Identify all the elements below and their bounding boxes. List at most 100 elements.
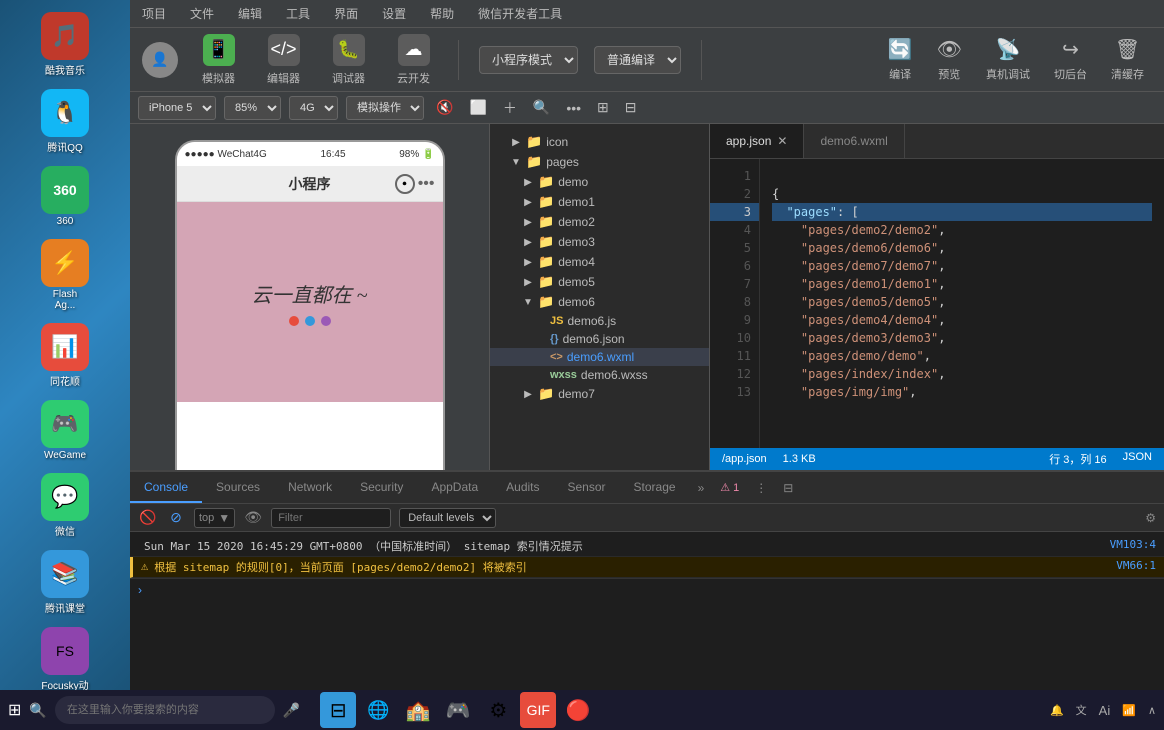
menu-interface[interactable]: 界面 (330, 3, 362, 24)
console-eye-btn[interactable]: 👁 (243, 508, 263, 528)
screen-btn[interactable]: ⬜ (465, 97, 490, 118)
tree-demo6-js[interactable]: JS demo6.js (490, 312, 709, 330)
mic-icon[interactable]: 🎤 (283, 702, 300, 719)
tree-demo5-folder[interactable]: ▶ 📁 demo5 (490, 272, 709, 292)
phone-battery: 98% 🔋 (399, 149, 434, 160)
taskbar-changsha[interactable]: 🏫 (400, 692, 436, 728)
desktop-icon-qq[interactable]: 🐧 腾讯QQ (35, 85, 95, 158)
phone-white-area (177, 402, 443, 470)
dot-purple (321, 316, 331, 326)
taskbar-language-icon[interactable]: 文 (1076, 702, 1087, 718)
desktop-icon-kuwo[interactable]: 🎵 酷我音乐 (35, 8, 95, 81)
taskbar-miniprogram[interactable]: ⚙ (480, 692, 516, 728)
sub-toolbar: iPhone 5 85% 4G 模拟操作 🔇 ⬜ ＋ 🔍 ••• ⊞ ⊟ (130, 92, 1164, 124)
cloud-button[interactable]: ☁ 云开发 (389, 30, 438, 90)
tree-demo7-folder[interactable]: ▶ 📁 demo7 (490, 384, 709, 404)
tab-security[interactable]: Security (346, 472, 417, 503)
desktop-icon-tonghuashun[interactable]: 📊 同花顺 (35, 319, 95, 392)
line-13: 13 (710, 383, 759, 401)
top-context-select[interactable]: top ▼ (194, 508, 235, 528)
taskbar-network-icon[interactable]: 📶 (1122, 704, 1136, 717)
taskbar-chrome[interactable]: 🌐 (360, 692, 396, 728)
tree-pages-folder[interactable]: ▼ 📁 pages (490, 152, 709, 172)
console-clear-btn[interactable]: 🚫 (138, 508, 158, 528)
msg-source-1[interactable]: VM103:4 (1110, 538, 1156, 551)
taskbar-up-arrow[interactable]: ∧ (1148, 704, 1156, 717)
tree-demo1-folder[interactable]: ▶ 📁 demo1 (490, 192, 709, 212)
taskbar-wegame[interactable]: 🎮 (440, 692, 476, 728)
zoom-select[interactable]: 85% (224, 96, 281, 120)
tab-sensor[interactable]: Sensor (554, 472, 620, 503)
msg-source-2[interactable]: VM66:1 (1116, 559, 1156, 572)
desktop-icon-360[interactable]: 360 360 (35, 162, 95, 231)
taskbar-lol[interactable]: 🔴 (560, 692, 596, 728)
menu-help[interactable]: 帮助 (426, 3, 458, 24)
tab-audits[interactable]: Audits (492, 472, 553, 503)
tree-demo6-folder[interactable]: ▼ 📁 demo6 (490, 292, 709, 312)
tab-console[interactable]: Console (130, 472, 202, 503)
desktop-icon-wechat[interactable]: 💬 微信 (35, 469, 95, 542)
console-level-select[interactable]: Default levels (399, 508, 496, 528)
tab-network[interactable]: Network (274, 472, 346, 503)
start-icon[interactable]: ⊞ (8, 700, 21, 720)
desktop-icon-flash[interactable]: ⚡ Flash Ag... (35, 235, 95, 315)
tree-demo6-wxml[interactable]: <> demo6.wxml (490, 348, 709, 366)
close-app-json-icon[interactable]: ✕ (777, 134, 787, 148)
grid-btn[interactable]: ⊞ (593, 97, 613, 118)
compile-button[interactable]: 🔄 编译 (880, 33, 921, 86)
menu-file[interactable]: 文件 (186, 3, 218, 24)
more-btn[interactable]: ••• (562, 98, 585, 118)
menu-edit[interactable]: 编辑 (234, 3, 266, 24)
simulator-button[interactable]: 📱 模拟器 (194, 30, 243, 90)
tree-icon-folder[interactable]: ▶ 📁 icon (490, 132, 709, 152)
compile-select[interactable]: 普通编译 (594, 46, 681, 74)
compile-icon: 🔄 (888, 37, 913, 62)
mode-select[interactable]: 小程序模式 (479, 46, 578, 74)
phone-record-btn[interactable]: ⏺ (395, 174, 415, 194)
console-filter-input[interactable] (271, 508, 391, 528)
backend-icon: ↪ (1062, 37, 1079, 62)
tree-demo2-folder[interactable]: ▶ 📁 demo2 (490, 212, 709, 232)
device-select[interactable]: iPhone 5 (138, 96, 216, 120)
tree-demo4-folder[interactable]: ▶ 📁 demo4 (490, 252, 709, 272)
desktop: 🎵 酷我音乐 🐧 腾讯QQ 360 360 ⚡ Flash Ag... 📊 同花… (0, 0, 130, 700)
menu-wechat-devtools[interactable]: 微信开发者工具 (474, 3, 566, 24)
tree-demo-folder[interactable]: ▶ 📁 demo (490, 172, 709, 192)
menu-tool[interactable]: 工具 (282, 3, 314, 24)
phone-more-btn[interactable]: ••• (418, 175, 435, 193)
menu-settings[interactable]: 设置 (378, 3, 410, 24)
sim-ops-select[interactable]: 模拟操作 (346, 96, 424, 120)
user-avatar[interactable]: 👤 (142, 42, 178, 78)
add-btn[interactable]: ＋ (499, 96, 521, 120)
tab-app-json[interactable]: app.json ✕ (710, 124, 804, 158)
tab-appdata[interactable]: AppData (417, 472, 492, 503)
preview-button[interactable]: 👁 预览 (929, 33, 970, 86)
search-btn[interactable]: 🔍 (529, 97, 554, 118)
code-content[interactable]: { "pages": [ "pages/demo2/demo2", "pages… (760, 159, 1164, 448)
taskbar-gifcam[interactable]: GIF (520, 692, 556, 728)
layout-btn[interactable]: ⊟ (621, 97, 641, 118)
taskbar-notification-icon[interactable]: 🔔 (1050, 704, 1064, 717)
editor-button[interactable]: </> 编辑器 (259, 30, 308, 90)
desktop-icon-tencent-class[interactable]: 📚 腾讯课堂 (35, 546, 95, 619)
clear-button[interactable]: 🗑 清缓存 (1103, 33, 1152, 86)
speaker-btn[interactable]: 🔇 (432, 97, 457, 118)
tab-sources[interactable]: Sources (202, 472, 274, 503)
debug-button[interactable]: 🐛 调试器 (324, 30, 373, 90)
desktop-icon-wegame[interactable]: 🎮 WeGame (35, 396, 95, 465)
network-select[interactable]: 4G (289, 96, 338, 120)
settings-icon[interactable]: ⚙ (1145, 511, 1156, 525)
tree-demo6-wxss[interactable]: wxss demo6.wxss (490, 366, 709, 384)
backend-button[interactable]: ↪ 切后台 (1046, 33, 1095, 86)
editor-label: 编辑器 (267, 70, 300, 86)
line-10: 10 (710, 329, 759, 347)
tree-demo6-json[interactable]: {} demo6.json (490, 330, 709, 348)
tab-demo6-wxml[interactable]: demo6.wxml (804, 124, 904, 158)
menu-project[interactable]: 项目 (138, 3, 170, 24)
tree-demo3-folder[interactable]: ▶ 📁 demo3 (490, 232, 709, 252)
taskbar-search-input[interactable] (55, 696, 275, 724)
taskbar-taskview[interactable]: ⊟ (320, 692, 356, 728)
realtest-button[interactable]: 📡 真机调试 (978, 33, 1038, 86)
console-filter-btn[interactable]: ⊘ (166, 508, 186, 528)
tab-storage[interactable]: Storage (620, 472, 690, 503)
